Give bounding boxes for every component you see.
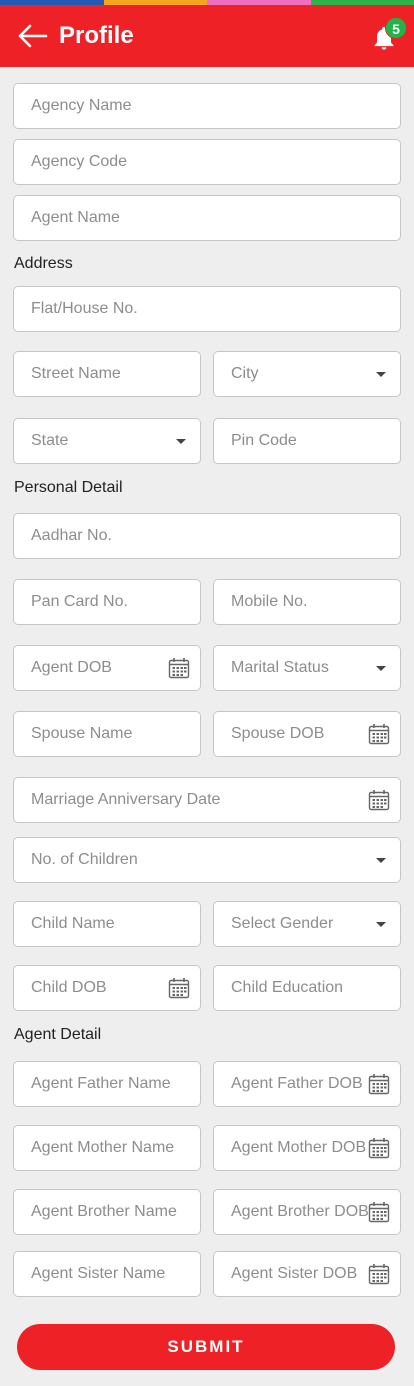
- child-dob-placeholder: Child DOB: [31, 979, 107, 996]
- city-select[interactable]: City: [213, 351, 401, 397]
- dropdown-arrow-icon: [376, 858, 386, 863]
- child-name-placeholder: Child Name: [31, 915, 115, 932]
- calendar-icon[interactable]: [168, 657, 190, 679]
- brother-dob-placeholder: Agent Brother DOB: [231, 1203, 369, 1220]
- pin-code-placeholder: Pin Code: [231, 432, 297, 449]
- mobile-placeholder: Mobile No.: [231, 593, 308, 610]
- state-select[interactable]: State: [13, 418, 201, 464]
- gender-select[interactable]: Select Gender: [213, 901, 401, 947]
- flat-house-input[interactable]: Flat/House No.: [13, 286, 401, 332]
- marital-status-placeholder: Marital Status: [231, 659, 329, 676]
- child-education-placeholder: Child Education: [231, 979, 344, 996]
- children-placeholder: No. of Children: [31, 851, 138, 868]
- child-dob-input[interactable]: Child DOB: [13, 965, 201, 1011]
- state-placeholder: State: [31, 432, 69, 449]
- agency-name-input[interactable]: Agency Name: [13, 83, 401, 129]
- dropdown-arrow-icon: [376, 372, 386, 377]
- anniversary-date-input[interactable]: Marriage Anniversary Date: [13, 777, 401, 823]
- mobile-input[interactable]: Mobile No.: [213, 579, 401, 625]
- mother-dob-placeholder: Agent Mother DOB: [231, 1139, 367, 1156]
- anniversary-placeholder: Marriage Anniversary Date: [31, 791, 221, 808]
- father-dob-placeholder: Agent Father DOB: [231, 1075, 363, 1092]
- mother-name-placeholder: Agent Mother Name: [31, 1139, 175, 1156]
- section-personal-detail: Personal Detail: [14, 479, 123, 496]
- agent-dob-placeholder: Agent DOB: [31, 659, 112, 676]
- sister-name-input[interactable]: Agent Sister Name: [13, 1251, 201, 1297]
- mother-dob-input[interactable]: Agent Mother DOB: [213, 1125, 401, 1171]
- agency-code-input[interactable]: Agency Code: [13, 139, 401, 185]
- agent-name-placeholder: Agent Name: [31, 209, 120, 226]
- sister-dob-input[interactable]: Agent Sister DOB: [213, 1251, 401, 1297]
- sister-dob-placeholder: Agent Sister DOB: [231, 1265, 358, 1282]
- street-name-placeholder: Street Name: [31, 365, 121, 382]
- flat-house-placeholder: Flat/House No.: [31, 300, 138, 317]
- section-agent-detail: Agent Detail: [14, 1026, 102, 1043]
- calendar-icon[interactable]: [368, 1263, 390, 1285]
- agent-name-input[interactable]: Agent Name: [13, 195, 401, 241]
- calendar-icon[interactable]: [368, 1073, 390, 1095]
- dropdown-arrow-icon: [176, 439, 186, 444]
- city-placeholder: City: [231, 365, 259, 382]
- father-name-input[interactable]: Agent Father Name: [13, 1061, 201, 1107]
- calendar-icon[interactable]: [168, 977, 190, 999]
- notification-badge: 5: [385, 17, 407, 39]
- agent-dob-input[interactable]: Agent DOB: [13, 645, 201, 691]
- father-name-placeholder: Agent Father Name: [31, 1075, 171, 1092]
- pan-card-placeholder: Pan Card No.: [31, 593, 128, 610]
- spouse-dob-input[interactable]: Spouse DOB: [213, 711, 401, 757]
- aadhar-input[interactable]: Aadhar No.: [13, 513, 401, 559]
- spouse-name-placeholder: Spouse Name: [31, 725, 133, 742]
- app-bar: Profile 5: [0, 5, 414, 67]
- calendar-icon[interactable]: [368, 789, 390, 811]
- children-count-select[interactable]: No. of Children: [13, 837, 401, 883]
- gender-placeholder: Select Gender: [231, 915, 334, 932]
- dropdown-arrow-icon: [376, 922, 386, 927]
- calendar-icon[interactable]: [368, 1201, 390, 1223]
- section-address: Address: [14, 255, 73, 272]
- sister-name-placeholder: Agent Sister Name: [31, 1265, 166, 1282]
- calendar-icon[interactable]: [368, 723, 390, 745]
- back-arrow-icon[interactable]: [18, 23, 48, 49]
- agency-code-placeholder: Agency Code: [31, 153, 128, 170]
- brother-name-input[interactable]: Agent Brother Name: [13, 1189, 201, 1235]
- child-education-input[interactable]: Child Education: [213, 965, 401, 1011]
- child-name-input[interactable]: Child Name: [13, 901, 201, 947]
- brother-name-placeholder: Agent Brother Name: [31, 1203, 177, 1220]
- aadhar-placeholder: Aadhar No.: [31, 527, 112, 544]
- dropdown-arrow-icon: [376, 666, 386, 671]
- spouse-dob-placeholder: Spouse DOB: [231, 725, 325, 742]
- pan-card-input[interactable]: Pan Card No.: [13, 579, 201, 625]
- marital-status-select[interactable]: Marital Status: [213, 645, 401, 691]
- agency-name-placeholder: Agency Name: [31, 97, 132, 114]
- calendar-icon[interactable]: [368, 1137, 390, 1159]
- page-title: Profile: [59, 22, 134, 49]
- submit-button[interactable]: SUBMIT: [17, 1324, 395, 1370]
- spouse-name-input[interactable]: Spouse Name: [13, 711, 201, 757]
- street-name-input[interactable]: Street Name: [13, 351, 201, 397]
- mother-name-input[interactable]: Agent Mother Name: [13, 1125, 201, 1171]
- pin-code-input[interactable]: Pin Code: [213, 418, 401, 464]
- father-dob-input[interactable]: Agent Father DOB: [213, 1061, 401, 1107]
- brother-dob-input[interactable]: Agent Brother DOB: [213, 1189, 401, 1235]
